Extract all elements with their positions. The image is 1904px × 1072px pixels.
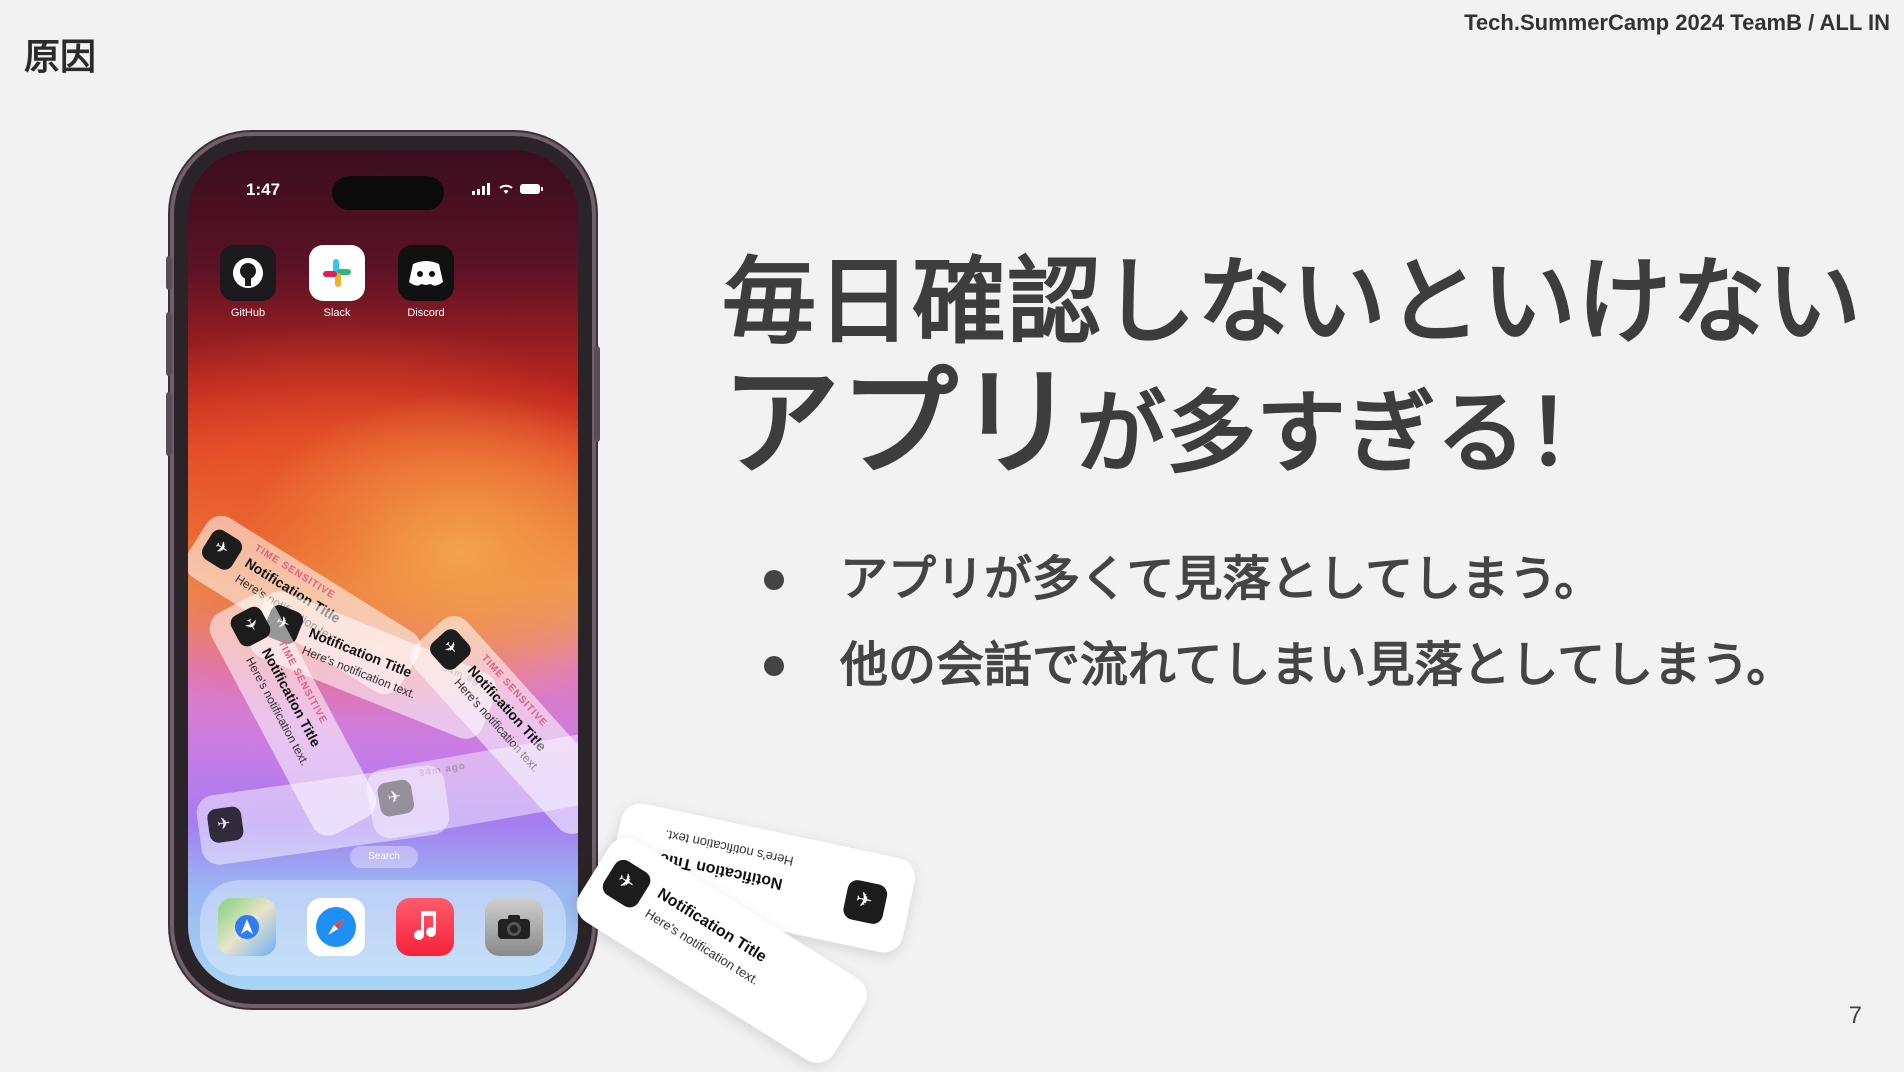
status-icons	[472, 183, 544, 195]
wifi-icon	[499, 184, 513, 194]
page-number: 7	[1848, 1002, 1862, 1029]
notification-app-icon	[599, 856, 655, 912]
headline-rest: が多すぎる！	[1076, 381, 1617, 486]
maps-icon[interactable]	[218, 898, 276, 956]
bullet-item: アプリが多くて見落としてしまう。	[760, 548, 1794, 634]
camera-icon[interactable]	[485, 898, 543, 956]
app-label-github: GitHub	[230, 307, 266, 319]
headline-line-1: 毎日確認しないといけない	[722, 248, 1863, 357]
discord-icon[interactable]	[398, 245, 454, 301]
phone-volume-down-button	[166, 392, 172, 456]
notification-app-icon	[227, 603, 274, 650]
bullet-item: 他の会話で流れてしまい見落としてしまう。	[760, 634, 1794, 720]
notification-app-icon	[198, 526, 246, 574]
search-pill[interactable]: Search	[350, 846, 418, 868]
github-icon[interactable]	[220, 245, 276, 301]
phone-action-button	[166, 256, 172, 290]
bullet-text: 他の会話で流れてしまい見落としてしまう。	[840, 637, 1795, 693]
slide-title: 原因	[24, 37, 97, 78]
status-time: 1:47	[246, 180, 281, 199]
notification-app-icon	[841, 878, 889, 926]
headline: 毎日確認しないといけない アプリが多すぎる！	[722, 248, 1862, 524]
headline-line-2: アプリが多すぎる！	[722, 358, 1862, 524]
phone-screen: 1:47 GitHub Slack Discord ✈ TIME SENSITI…	[188, 150, 578, 990]
app-label-slack: Slack	[323, 307, 351, 319]
notification-cluster: TIME SENSITIVE Notification Title Here's…	[188, 509, 578, 868]
battery-icon	[520, 184, 543, 194]
slack-icon[interactable]	[309, 245, 365, 301]
bullet-dot	[764, 656, 784, 676]
slide-header: Tech.SummerCamp 2024 TeamB / ALL IN	[1464, 10, 1890, 35]
notification-app-icon	[426, 625, 475, 674]
bullet-list: アプリが多くて見落としてしまう。 他の会話で流れてしまい見落としてしまう。	[760, 548, 1794, 720]
music-icon[interactable]	[396, 898, 454, 956]
headline-emphasis: アプリ	[722, 354, 1077, 492]
phone-mockup: 1:47 GitHub Slack Discord ✈ TIME SENSITI…	[166, 136, 600, 1004]
safari-icon[interactable]	[307, 898, 365, 956]
signal-icon	[472, 183, 490, 195]
phone-power-button	[594, 346, 600, 442]
dynamic-island	[332, 176, 444, 210]
dock	[200, 880, 566, 976]
bullet-dot	[764, 570, 784, 590]
bullet-text: アプリが多くて見落としてしまう。	[840, 551, 1603, 607]
app-label-discord: Discord	[407, 307, 445, 319]
notification-app-icon	[206, 805, 245, 844]
phone-volume-up-button	[166, 312, 172, 376]
